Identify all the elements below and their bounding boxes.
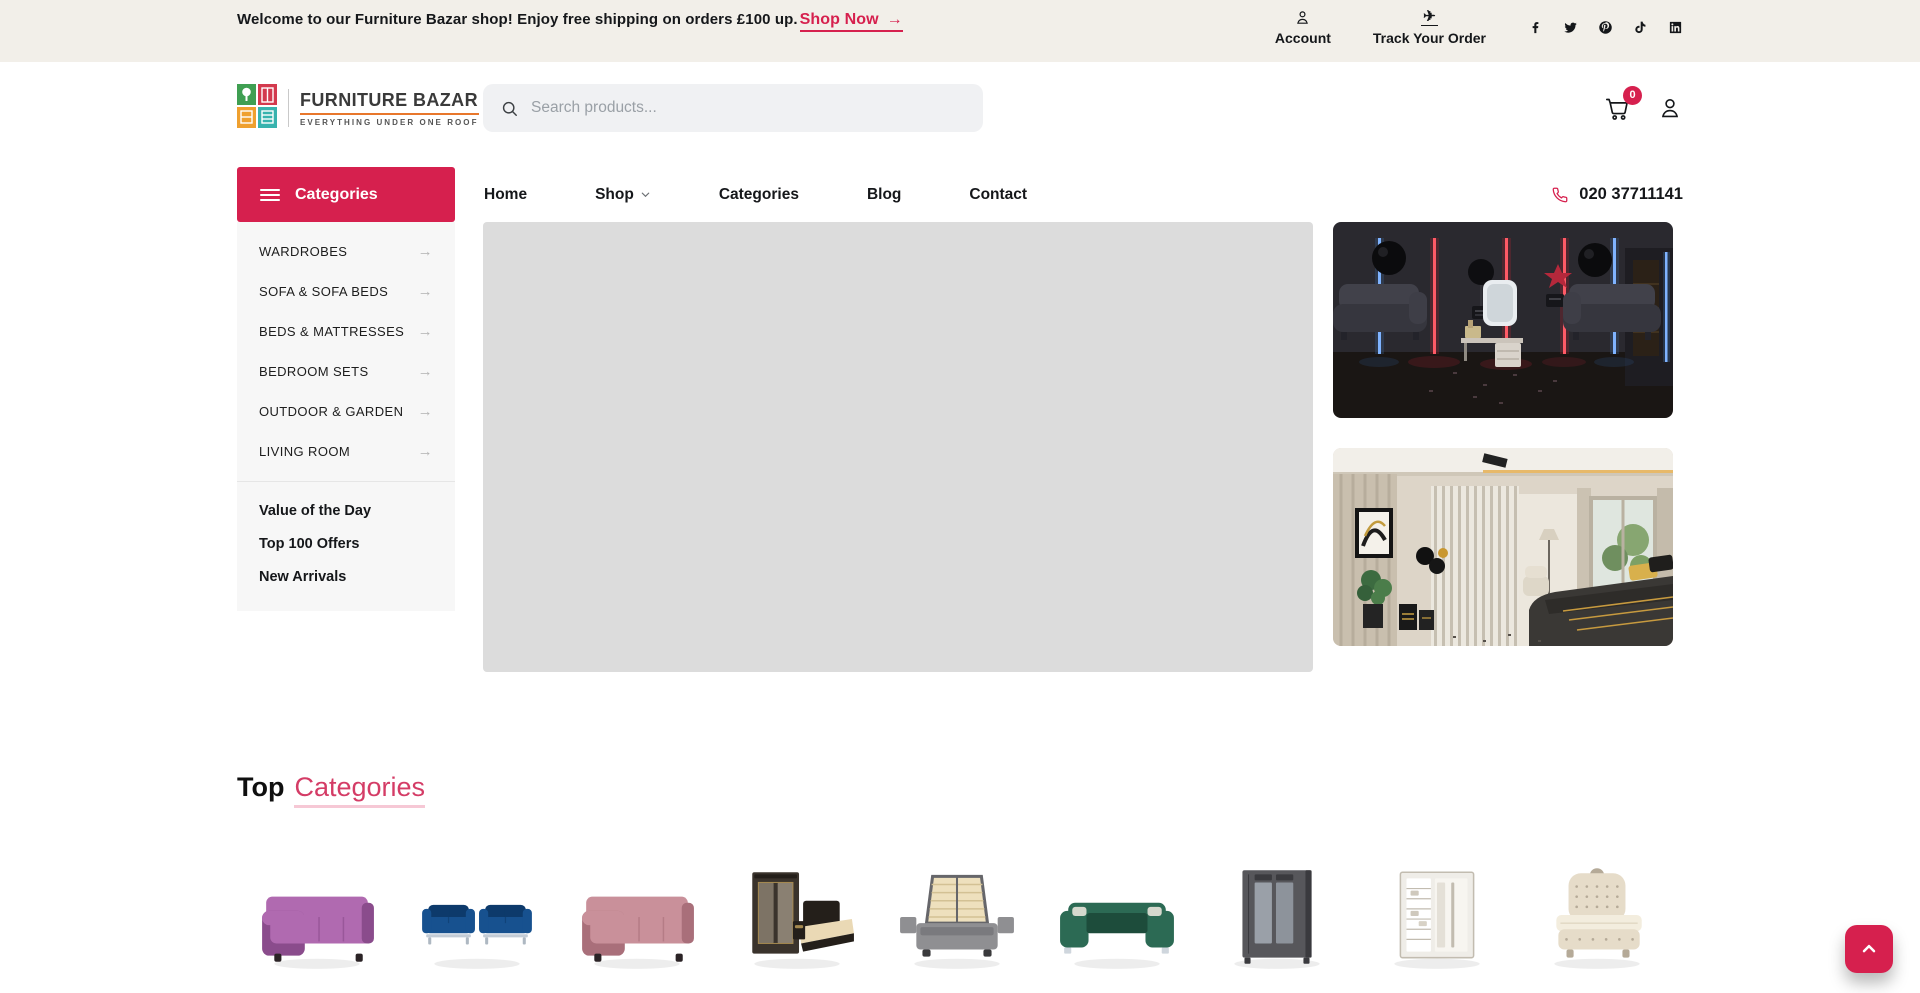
linkedin-icon[interactable] bbox=[1668, 20, 1683, 35]
category-thumb-classic-bed-cream[interactable] bbox=[1517, 850, 1677, 982]
chevron-up-icon bbox=[1859, 939, 1879, 959]
arrow-right-icon: → bbox=[418, 283, 433, 300]
cart-count-badge: 0 bbox=[1623, 86, 1642, 105]
user-icon bbox=[1294, 8, 1311, 26]
account-link[interactable]: Account bbox=[1275, 8, 1331, 46]
account-label: Account bbox=[1275, 30, 1331, 46]
sidebar-quick-links: Value of the DayTop 100 OffersNew Arriva… bbox=[237, 482, 455, 611]
sidebar-item-label: SOFA & SOFA BEDS bbox=[259, 284, 388, 299]
logo-rule bbox=[300, 113, 479, 115]
pinterest-icon[interactable] bbox=[1598, 20, 1613, 35]
nav-link-label: Shop bbox=[595, 186, 634, 204]
logo-title: FURNITURE BAZAR bbox=[300, 90, 479, 111]
category-thumb-wardrobe-graphite[interactable] bbox=[1197, 850, 1357, 982]
scroll-to-top-button[interactable] bbox=[1845, 925, 1893, 973]
sidebar-item-label: BEDS & MATTRESSES bbox=[259, 324, 404, 339]
sidebar-item-outdoor-garden[interactable]: OUTDOOR & GARDEN → bbox=[237, 391, 455, 431]
track-order-label: Track Your Order bbox=[1373, 30, 1486, 46]
nav-link-label: Contact bbox=[969, 186, 1027, 204]
top-bar: Welcome to our Furniture Bazar shop! Enj… bbox=[0, 0, 1920, 62]
search-icon bbox=[500, 99, 519, 118]
sidebar-item-bedroom-sets[interactable]: BEDROOM SETS → bbox=[237, 351, 455, 391]
track-order-link[interactable]: ✈ Track Your Order bbox=[1373, 8, 1486, 46]
section-title-accent: Categories bbox=[294, 772, 425, 808]
phone-number: 020 37711141 bbox=[1579, 185, 1683, 204]
promo-column bbox=[1333, 222, 1673, 646]
category-thumb-corner-sofa-blush[interactable] bbox=[557, 850, 717, 982]
sidebar-item-beds-mattresses[interactable]: BEDS & MATTRESSES → bbox=[237, 311, 455, 351]
nav-link-label: Categories bbox=[719, 186, 799, 204]
categories-menu-title: Categories bbox=[295, 186, 378, 204]
search-input[interactable] bbox=[531, 99, 966, 117]
sidebar-item-sofa-sofa-beds[interactable]: SOFA & SOFA BEDS → bbox=[237, 271, 455, 311]
phone-link[interactable]: 020 37711141 bbox=[1551, 185, 1683, 204]
logo-divider bbox=[288, 89, 289, 127]
promo-banner-bedroom[interactable] bbox=[1333, 448, 1673, 646]
nav-link-home[interactable]: Home bbox=[484, 186, 527, 204]
account-button[interactable] bbox=[1657, 95, 1683, 121]
facebook-icon[interactable] bbox=[1528, 20, 1543, 35]
categories-sidebar: WARDROBES→SOFA & SOFA BEDS→BEDS & MATTRE… bbox=[237, 222, 455, 611]
sidebar-category-list: WARDROBES→SOFA & SOFA BEDS→BEDS & MATTRE… bbox=[237, 222, 455, 481]
category-thumb-bedroom-set-dark[interactable] bbox=[717, 850, 877, 982]
category-thumb-u-shape-sofa-green[interactable] bbox=[1037, 850, 1197, 982]
nav-link-categories[interactable]: Categories bbox=[719, 186, 799, 204]
main-nav: Home Shop Categories Blog Contact bbox=[484, 186, 1027, 204]
social-icons bbox=[1528, 8, 1683, 35]
sidebar-item-label: WARDROBES bbox=[259, 244, 347, 259]
nav-link-label: Home bbox=[484, 186, 527, 204]
section-title-bold: Top bbox=[237, 772, 284, 803]
nav-link-contact[interactable]: Contact bbox=[969, 186, 1027, 204]
site-logo[interactable]: FURNITURE BAZAR EVERYTHING UNDER ONE ROO… bbox=[237, 84, 455, 133]
tiktok-icon[interactable] bbox=[1633, 20, 1648, 35]
categories-menu-button[interactable]: Categories bbox=[237, 167, 455, 222]
arrow-right-icon: → bbox=[418, 443, 433, 460]
nav-row: Categories Home Shop Categories Blog Contact… bbox=[0, 167, 1920, 222]
shipping-plane-icon: ✈ bbox=[1421, 8, 1438, 26]
quick-link-new-arrivals[interactable]: New Arrivals bbox=[237, 560, 455, 593]
logo-tagline: EVERYTHING UNDER ONE ROOF bbox=[300, 118, 479, 127]
shop-now-link[interactable]: Shop Now→ bbox=[800, 11, 903, 32]
nav-link-label: Blog bbox=[867, 186, 901, 204]
arrow-right-icon: → bbox=[887, 11, 903, 29]
sidebar-item-wardrobes[interactable]: WARDROBES → bbox=[237, 231, 455, 271]
phone-icon bbox=[1551, 186, 1569, 204]
category-thumb-sofa-pair-navy[interactable] bbox=[397, 850, 557, 982]
main-header: FURNITURE BAZAR EVERYTHING UNDER ONE ROO… bbox=[0, 62, 1920, 154]
sidebar-item-label: OUTDOOR & GARDEN bbox=[259, 404, 403, 419]
top-categories-carousel bbox=[0, 850, 1920, 982]
category-thumb-ottoman-storage-bed[interactable] bbox=[877, 850, 1037, 982]
hero-slider-placeholder bbox=[483, 222, 1313, 672]
cart-button[interactable]: 0 bbox=[1604, 95, 1631, 122]
welcome-text: Welcome to our Furniture Bazar shop! Enj… bbox=[237, 11, 798, 28]
quick-link-value-of-the-day[interactable]: Value of the Day bbox=[237, 494, 455, 527]
top-categories-section: Top Categories bbox=[0, 772, 1920, 808]
arrow-right-icon: → bbox=[418, 363, 433, 380]
chevron-down-icon bbox=[640, 189, 651, 200]
sidebar-item-label: LIVING ROOM bbox=[259, 444, 350, 459]
twitter-icon[interactable] bbox=[1563, 20, 1578, 35]
quick-link-top-100-offers[interactable]: Top 100 Offers bbox=[237, 527, 455, 560]
sidebar-item-living-room[interactable]: LIVING ROOM → bbox=[237, 431, 455, 471]
arrow-right-icon: → bbox=[418, 323, 433, 340]
search-bar bbox=[483, 84, 983, 132]
logo-squares-icon bbox=[237, 84, 277, 133]
nav-link-blog[interactable]: Blog bbox=[867, 186, 901, 204]
nav-link-shop[interactable]: Shop bbox=[595, 186, 651, 204]
category-thumb-wardrobe-white[interactable] bbox=[1357, 850, 1517, 982]
promo-banner-neon-room[interactable] bbox=[1333, 222, 1673, 418]
welcome-message: Welcome to our Furniture Bazar shop! Enj… bbox=[237, 0, 903, 62]
sidebar-item-label: BEDROOM SETS bbox=[259, 364, 369, 379]
main-content: WARDROBES→SOFA & SOFA BEDS→BEDS & MATTRE… bbox=[0, 222, 1920, 672]
category-thumb-corner-sofa-lilac[interactable] bbox=[237, 850, 397, 982]
user-icon bbox=[1657, 95, 1683, 121]
arrow-right-icon: → bbox=[418, 403, 433, 420]
section-title: Top Categories bbox=[237, 772, 1683, 808]
arrow-right-icon: → bbox=[418, 243, 433, 260]
hamburger-icon bbox=[260, 188, 280, 202]
